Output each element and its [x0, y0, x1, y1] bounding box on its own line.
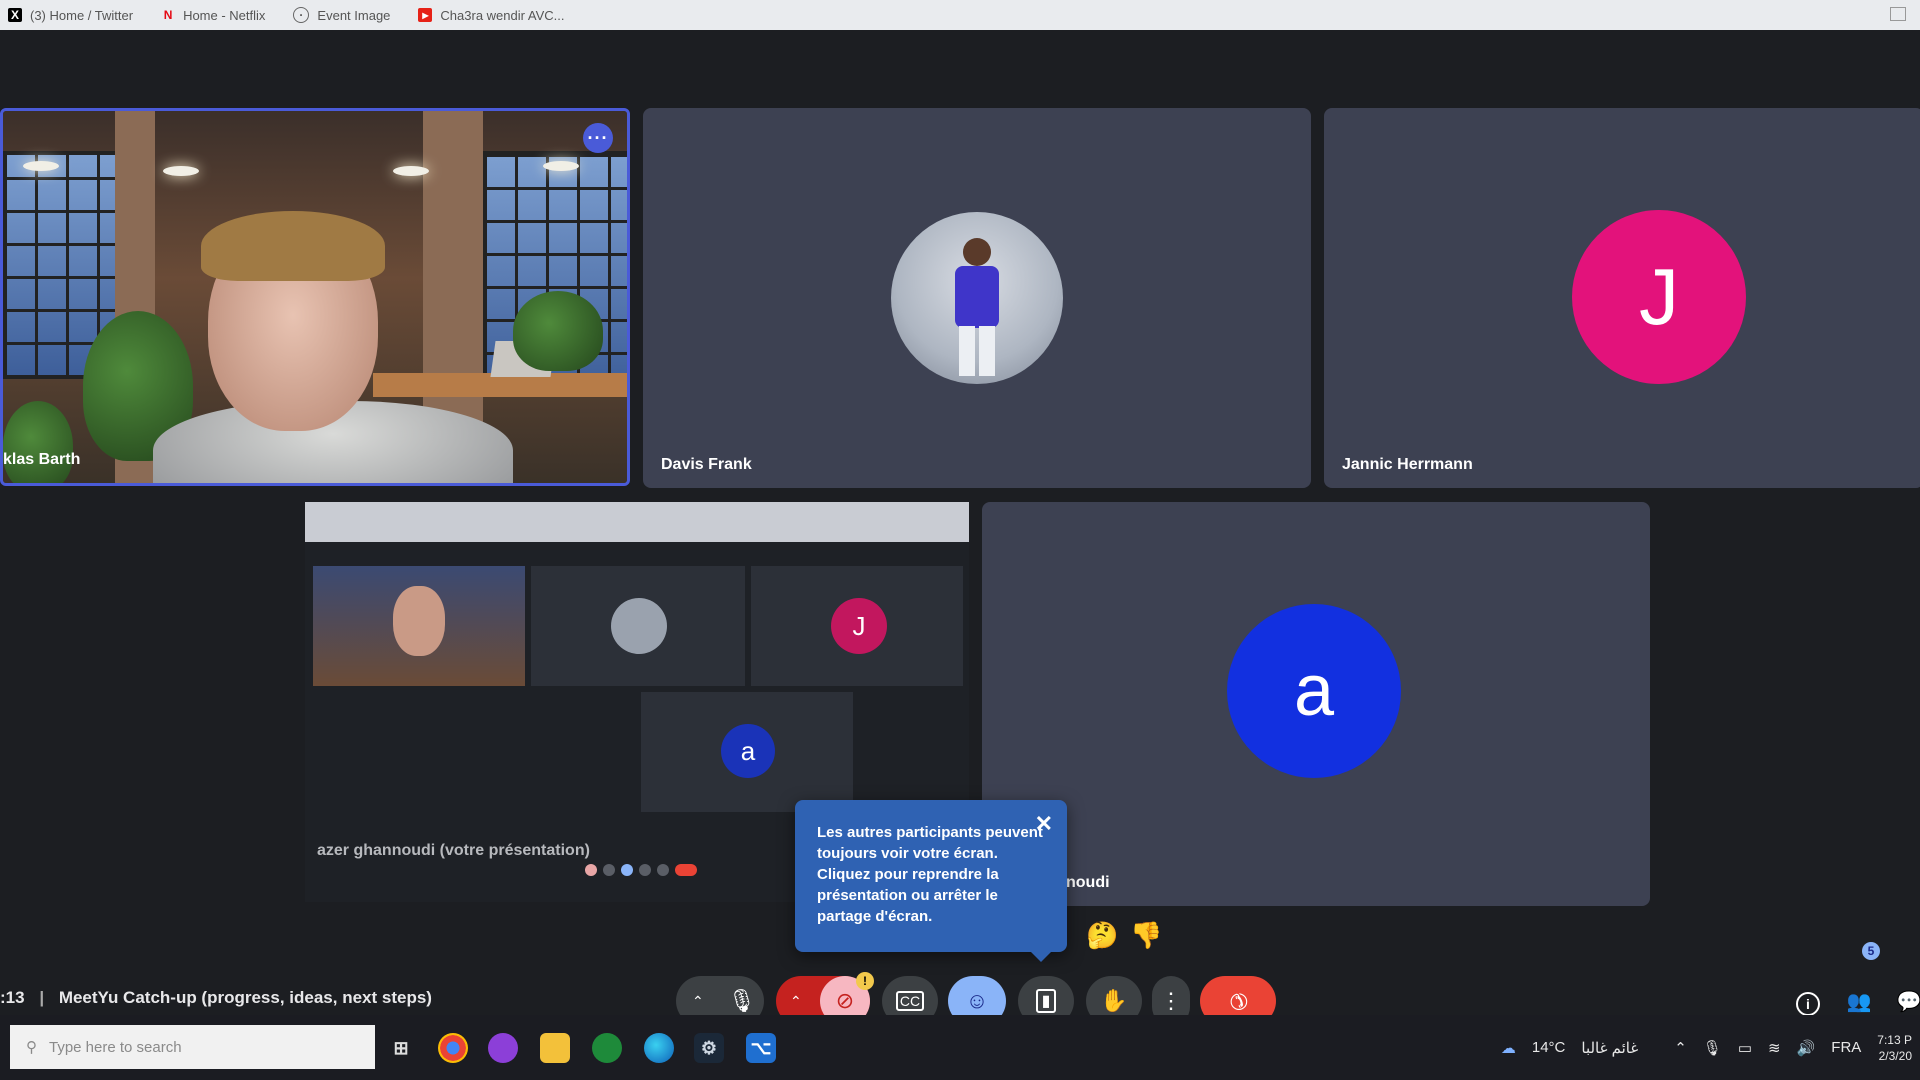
bookmark-twitter[interactable]: X (3) Home / Twitter — [8, 8, 133, 23]
steam-icon[interactable]: ⚙ — [694, 1033, 724, 1063]
bookmarks-bar: X (3) Home / Twitter N Home - Netflix · … — [0, 0, 1920, 30]
mini-davis-tile — [531, 566, 745, 686]
thinking-face-reaction[interactable]: 🤔 — [1086, 920, 1118, 951]
close-icon[interactable]: ✕ — [1035, 813, 1053, 835]
meeting-info: :13 | MeetYu Catch-up (progress, ideas, … — [0, 988, 432, 1008]
system-tray: ☁ 14°C غائم غالبا ⌃ 🎙 ▭ ≋ 🔊 FRA 7:13 P 2… — [1501, 1015, 1920, 1080]
youtube-icon: ▶ — [418, 8, 433, 22]
window-button[interactable] — [1890, 7, 1906, 21]
presentation-caption: azer ghannoudi (votre présentation) — [317, 842, 590, 859]
participant-name: Davis Frank — [661, 456, 752, 473]
thumbs-down-reaction[interactable]: 👎 — [1130, 920, 1162, 951]
xbox-icon[interactable] — [592, 1033, 622, 1063]
shared-browser-bar — [305, 502, 969, 542]
more-vertical-icon: ⋮ — [1160, 988, 1182, 1013]
participant-name: noudi — [1066, 874, 1110, 891]
search-icon: ⚲ — [26, 1039, 37, 1056]
meeting-time: :13 — [0, 988, 25, 1007]
avatar — [891, 212, 1063, 384]
bookmark-youtube[interactable]: ▶ Cha3ra wendir AVC... — [418, 8, 564, 23]
avatar-initial: J — [1639, 252, 1679, 341]
wifi-icon[interactable]: ≋ — [1768, 1039, 1781, 1057]
bookmark-event-image[interactable]: · Event Image — [293, 7, 390, 23]
mini-self-tile — [313, 566, 525, 686]
bookmark-label: Event Image — [317, 7, 391, 23]
participant-tile-presenter[interactable]: a noudi — [982, 502, 1650, 906]
meeting-stage: ··· klas Barth Davis Frank J Jannic Herr… — [0, 30, 1920, 1026]
bookmark-label: Home - Netflix — [183, 7, 266, 23]
info-icon[interactable]: i — [1796, 992, 1820, 1016]
avatar-initial: a — [740, 735, 756, 766]
avatar: J — [1572, 210, 1746, 384]
participant-name: Jannic Herrmann — [1342, 456, 1473, 473]
battery-icon[interactable]: ▭ — [1738, 1039, 1752, 1057]
chrome-icon[interactable] — [438, 1033, 468, 1063]
self-video-feed — [3, 111, 627, 483]
edge-icon[interactable] — [644, 1033, 674, 1063]
hand-icon: ✋ — [1100, 988, 1128, 1013]
bookmark-label: (3) Home / Twitter — [30, 7, 134, 23]
separator: | — [39, 988, 45, 1007]
avatar-initial: J — [852, 610, 866, 641]
chevron-up-icon: ⌃ — [692, 992, 704, 1009]
clock-date: 2/3/20 — [1878, 1048, 1912, 1063]
language-indicator[interactable]: FRA — [1831, 1039, 1861, 1056]
participant-tile-davis[interactable]: Davis Frank — [643, 108, 1311, 488]
avatar-initial: a — [1293, 651, 1335, 731]
clock-time: 7:13 P — [1877, 1032, 1912, 1047]
cloud-icon: ☁ — [1500, 1039, 1516, 1057]
mini-presenter-tile: a — [641, 692, 853, 812]
bookmark-label: Cha3ra wendir AVC... — [440, 7, 565, 23]
tooltip-text: Les autres participants peuvent toujours… — [817, 824, 1043, 925]
camera-off-icon: ⊘ — [835, 988, 855, 1013]
globe-icon: · — [293, 7, 310, 23]
participant-name: klas Barth — [3, 451, 81, 468]
people-count-badge: 5 — [1862, 942, 1880, 960]
emoji-icon: ☺ — [965, 988, 989, 1013]
person-photo — [955, 238, 999, 376]
search-placeholder: Type here to search — [49, 1038, 182, 1056]
vscode-icon[interactable]: ⌥ — [746, 1033, 776, 1063]
clock[interactable]: 7:13 P 2/3/20 — [1877, 1032, 1912, 1064]
chevron-up-icon[interactable]: ⌃ — [1674, 1039, 1687, 1057]
mini-jannic-tile: J — [751, 566, 963, 686]
task-view-icon[interactable]: ⊞ — [386, 1033, 416, 1063]
people-icon[interactable]: 👥 — [1846, 988, 1872, 1014]
messenger-icon[interactable] — [488, 1033, 518, 1063]
microphone-icon: 🎙 — [727, 988, 756, 1013]
windows-taskbar: ⚲ Type here to search ⊞ ⚙ ⌥ ☁ 14°C غائم … — [0, 1015, 1920, 1080]
tile-options-button[interactable]: ··· — [583, 123, 613, 153]
avatar: a — [1227, 604, 1401, 778]
netflix-icon: N — [163, 8, 173, 22]
x-icon: X — [8, 8, 22, 22]
weather-label: غائم غالبا — [1581, 1039, 1639, 1057]
chat-icon[interactable]: 💬 — [1896, 988, 1920, 1014]
volume-icon[interactable]: 🔊 — [1797, 1039, 1816, 1057]
meeting-title: MeetYu Catch-up (progress, ideas, next s… — [58, 988, 432, 1007]
present-icon: ▮ — [1035, 989, 1057, 1013]
taskbar-search-input[interactable]: ⚲ Type here to search — [10, 1025, 375, 1069]
mini-controls — [585, 864, 697, 876]
presentation-tooltip[interactable]: Les autres participants peuvent toujours… — [795, 800, 1067, 962]
chevron-up-icon: ⌃ — [790, 992, 802, 1009]
end-call-icon: ✆ — [1222, 985, 1254, 1017]
file-explorer-icon[interactable] — [540, 1033, 570, 1063]
weather-temp: 14°C — [1531, 1039, 1566, 1056]
bookmark-netflix[interactable]: N Home - Netflix — [161, 7, 266, 23]
warning-badge: ! — [856, 972, 874, 990]
captions-icon: CC — [895, 991, 925, 1011]
mic-tray-icon[interactable]: 🎙 — [1703, 1039, 1722, 1057]
self-video-tile[interactable]: ··· klas Barth — [0, 108, 630, 486]
participant-tile-jannic[interactable]: J Jannic Herrmann — [1324, 108, 1920, 488]
tooltip-arrow — [1031, 952, 1051, 962]
